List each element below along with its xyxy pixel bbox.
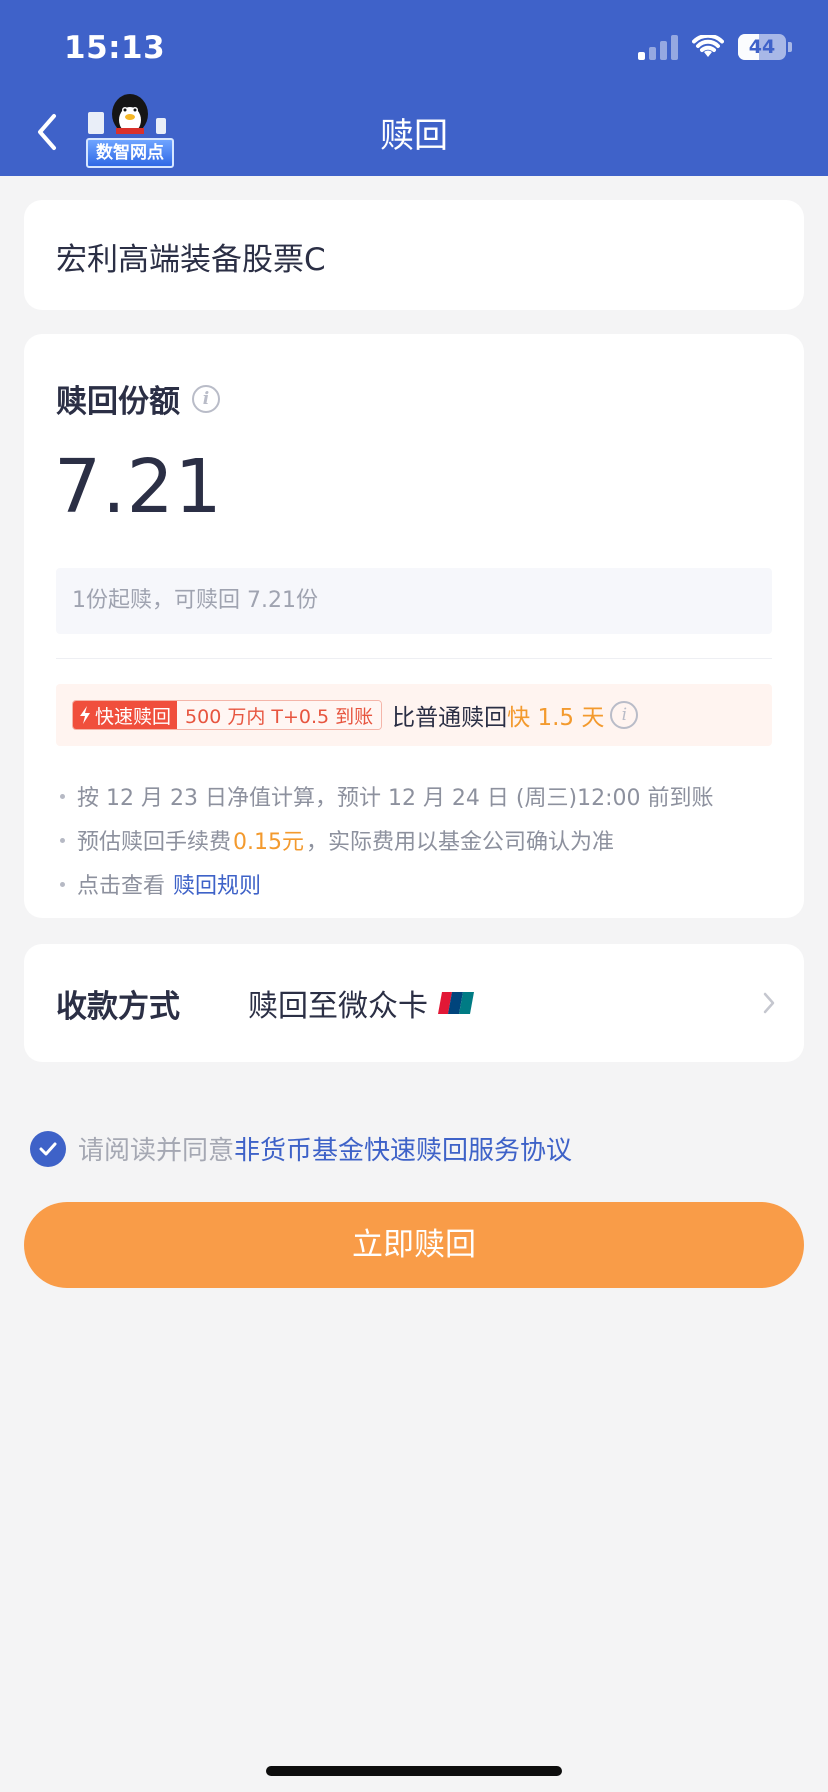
redeem-now-button[interactable]: 立即赎回 xyxy=(24,1202,804,1288)
battery-tip xyxy=(788,42,792,52)
chevron-right-icon xyxy=(763,992,775,1014)
fund-card: 宏利高端装备股票C xyxy=(24,200,804,310)
fast-redeem-speed: 快 1.5 天 xyxy=(507,705,605,731)
fast-redeem-tag-label: 快速赎回 xyxy=(95,705,172,728)
redeem-amount-input[interactable]: 7.21 xyxy=(54,444,223,530)
payment-method-row[interactable]: 收款方式 赎回至微众卡 xyxy=(24,944,804,1062)
bullet-dot xyxy=(60,793,65,799)
note-rule-prefix: 点击查看 xyxy=(77,874,166,899)
info-icon[interactable]: i xyxy=(192,384,220,413)
fast-redeem-tag-sub: 500 万内 T+0.5 到账 xyxy=(177,701,382,729)
note-fee-prefix: 预估赎回手续费 xyxy=(77,830,232,855)
status-time: 15:13 xyxy=(64,30,166,66)
note-fee: 预估赎回手续费 0.15元 ，实际费用以基金公司确认为准 xyxy=(56,818,772,862)
payment-value: 赎回至微众卡 xyxy=(248,981,476,1025)
note-fee-suffix: ，实际费用以基金公司确认为准 xyxy=(306,830,615,855)
agreement-row: 请阅读并同意 非货币基金快速赎回服务协议 xyxy=(30,1130,572,1167)
agreement-link[interactable]: 非货币基金快速赎回服务协议 xyxy=(234,1130,572,1167)
fast-redeem-info-icon[interactable]: i xyxy=(610,701,639,729)
fast-redeem-compare: 比普通赎回 xyxy=(392,705,508,731)
note-rules: 点击查看 赎回规则 xyxy=(56,862,772,906)
wifi-icon xyxy=(692,35,724,57)
cellular-signal-icon xyxy=(638,34,678,60)
battery-icon: 44 xyxy=(738,34,786,60)
redeem-label-row: 赎回份额 i xyxy=(56,376,220,421)
redeem-card: 赎回份额 i 7.21 1份起赎，可赎回 7.21份 快速赎回 500 万内 T… xyxy=(24,334,804,918)
lightning-icon xyxy=(80,706,90,724)
fast-redeem-banner: 快速赎回 500 万内 T+0.5 到账 比普通赎回 快 1.5 天 i xyxy=(56,684,772,746)
bullet-dot xyxy=(60,881,65,887)
redeem-rules-link[interactable]: 赎回规则 xyxy=(173,868,261,900)
note-settlement: 按 12 月 23 日净值计算，预计 12 月 24 日 (周三)12:00 前… xyxy=(56,774,772,818)
agreement-checkbox[interactable] xyxy=(30,1130,66,1167)
redeem-hint: 1份起赎，可赎回 7.21份 xyxy=(56,568,772,634)
payment-label: 收款方式 xyxy=(56,988,180,1025)
unionpay-icon xyxy=(438,992,474,1014)
home-indicator xyxy=(266,1766,562,1776)
fund-name: 宏利高端装备股票C xyxy=(56,242,326,278)
fast-redeem-tag: 快速赎回 500 万内 T+0.5 到账 xyxy=(72,700,383,730)
divider xyxy=(56,658,772,659)
redeem-notes: 按 12 月 23 日净值计算，预计 12 月 24 日 (周三)12:00 前… xyxy=(56,774,772,906)
battery-level: 44 xyxy=(748,36,776,58)
payment-value-text: 赎回至微众卡 xyxy=(248,989,428,1024)
agreement-prefix: 请阅读并同意 xyxy=(78,1136,235,1166)
note-settlement-text: 按 12 月 23 日净值计算，预计 12 月 24 日 (周三)12:00 前… xyxy=(77,786,714,811)
redeem-label: 赎回份额 xyxy=(56,384,180,420)
bullet-dot xyxy=(60,837,65,843)
check-icon xyxy=(39,1142,57,1155)
page-title: 赎回 xyxy=(380,116,448,156)
fast-redeem-tag-main: 快速赎回 xyxy=(73,701,178,729)
note-fee-value: 0.15元 xyxy=(233,830,305,855)
status-icons: 44 xyxy=(638,34,792,60)
top-header: 15:13 44 数智网点 赎回 xyxy=(0,0,828,176)
